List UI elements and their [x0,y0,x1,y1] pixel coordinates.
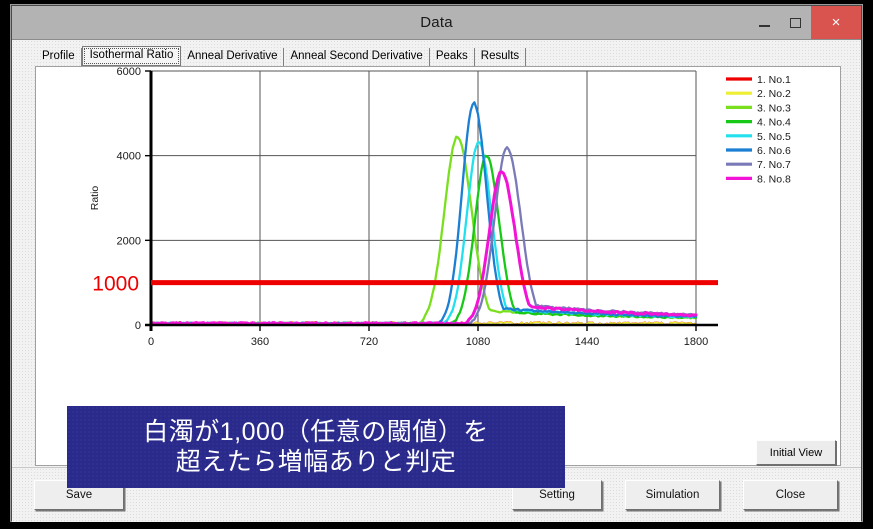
svg-text:6. No.6: 6. No.6 [757,145,791,157]
tab-bar: Profile Isothermal Ratio Anneal Derivati… [36,46,836,66]
svg-text:720: 720 [360,336,378,348]
tab-profile[interactable]: Profile [36,48,82,66]
svg-text:8. No.8: 8. No.8 [757,173,791,185]
callout-line-2: 超えたら増幅ありと判定 [175,448,457,476]
svg-text:3. No.3: 3. No.3 [757,102,791,114]
close-button[interactable]: Close [743,480,838,510]
close-window-button[interactable]: × [811,6,861,39]
simulation-button[interactable]: Simulation [625,480,720,510]
svg-text:1800: 1800 [684,336,708,348]
svg-text:2. No.2: 2. No.2 [757,88,791,100]
svg-text:Ratio: Ratio [89,186,101,211]
window-title: Data [420,14,453,31]
svg-text:0: 0 [135,320,141,332]
callout-line-1: 白濁が1,000（任意の閾値）を [143,417,489,446]
tab-isothermal-ratio[interactable]: Isothermal Ratio [81,46,182,66]
svg-text:6000: 6000 [117,67,141,78]
minimize-button[interactable] [749,6,780,39]
tab-peaks[interactable]: Peaks [430,48,475,66]
svg-text:5. No.5: 5. No.5 [757,131,791,143]
tab-anneal-second-derivative[interactable]: Anneal Second Derivative [284,48,430,66]
initial-view-button[interactable]: Initial View [756,440,836,465]
screen: Data × Profile Isothermal Ratio Anneal D… [0,0,873,529]
window-titlebar: Data × [12,6,861,40]
svg-text:1. No.1: 1. No.1 [757,74,791,86]
annotation-callout: 白濁が1,000（任意の閾値）を 超えたら増幅ありと判定 [67,406,565,488]
svg-text:4. No.4: 4. No.4 [757,117,791,129]
svg-text:360: 360 [251,336,269,348]
close-icon: × [831,14,841,31]
tab-anneal-derivative[interactable]: Anneal Derivative [181,48,285,66]
svg-text:2000: 2000 [117,235,141,247]
svg-text:0: 0 [148,336,154,348]
tab-results[interactable]: Results [475,48,527,66]
maximize-button[interactable] [780,6,811,39]
data-window: Data × Profile Isothermal Ratio Anneal D… [11,5,862,522]
svg-text:1000: 1000 [92,273,139,296]
svg-text:7. No.7: 7. No.7 [757,159,791,171]
client-area: Profile Isothermal Ratio Anneal Derivati… [12,40,861,522]
minimize-icon [759,24,770,27]
svg-text:4000: 4000 [117,151,141,163]
maximize-icon [790,17,801,28]
svg-text:1440: 1440 [575,336,599,348]
window-controls: × [749,6,861,39]
svg-text:1080: 1080 [466,336,490,348]
